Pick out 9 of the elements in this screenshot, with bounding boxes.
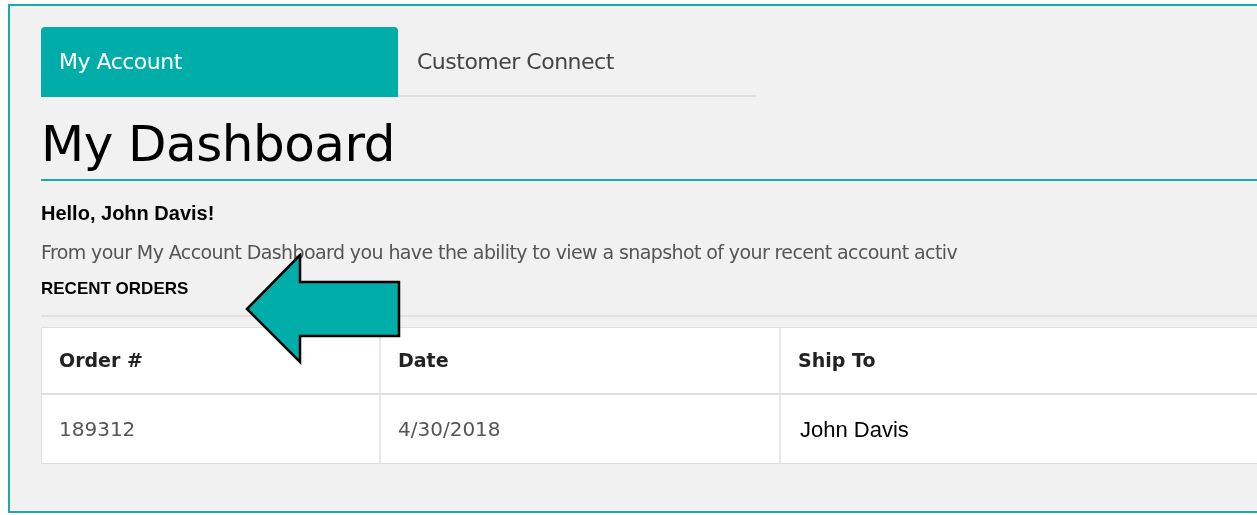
page-title: My Dashboard bbox=[41, 114, 396, 175]
table-cell: 4/30/2018 bbox=[381, 395, 781, 463]
table-cell: 189312 bbox=[42, 395, 381, 463]
column-header: Ship To bbox=[797, 348, 877, 374]
greeting: Hello, John Davis! bbox=[41, 201, 216, 225]
table-cell-text: John Davis bbox=[799, 415, 910, 444]
tab[interactable]: Customer Connect bbox=[398, 27, 756, 97]
intro-text: From your My Account Dashboard you have the ability to view a snapshot of your recent account activ bbox=[41, 240, 958, 265]
section-heading: RECENT ORDERS bbox=[41, 279, 189, 299]
